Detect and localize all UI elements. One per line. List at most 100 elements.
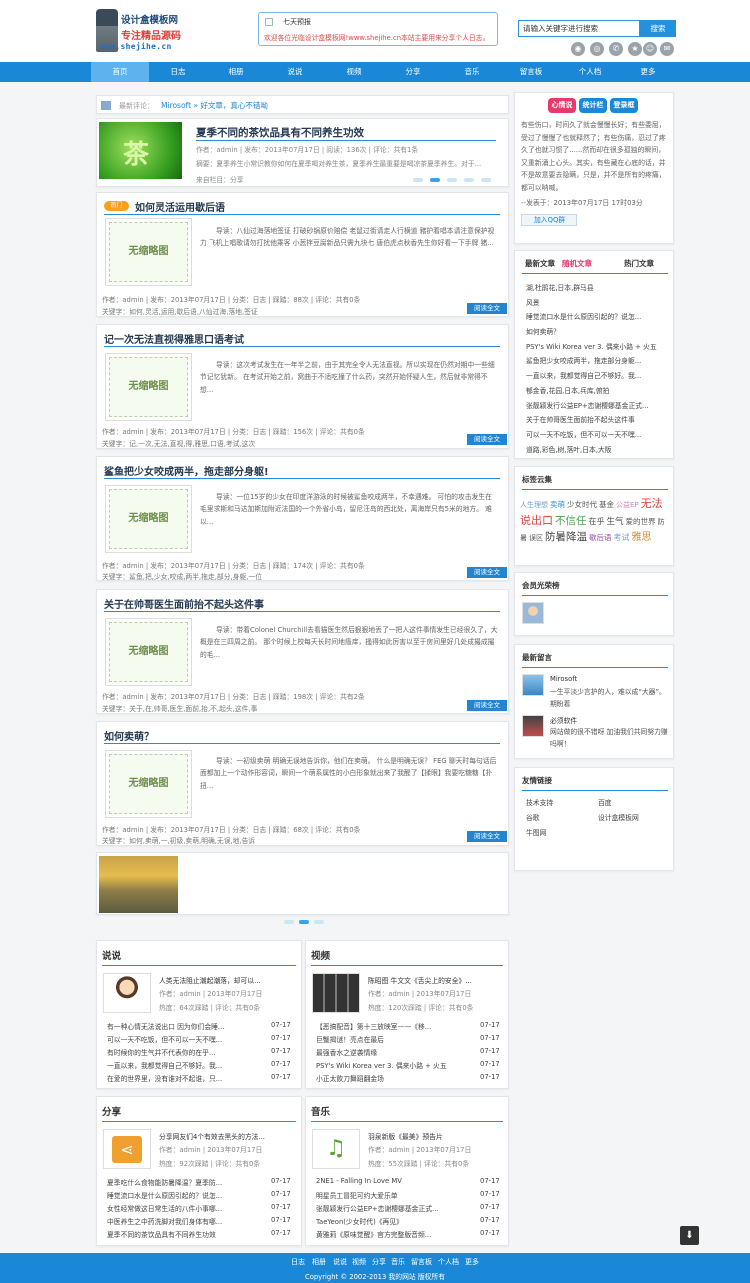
list-item[interactable]: 睡觉流口水是什么原因引起的？说怎... bbox=[107, 1190, 257, 1200]
read-more-button[interactable]: 阅读全文 bbox=[467, 567, 507, 578]
weibo-icon[interactable]: ◎ bbox=[590, 42, 604, 56]
sidebar-article[interactable]: 可以一天不吃饭，但不可以一天不嘿... bbox=[526, 429, 669, 439]
tag-link[interactable]: 在乎 bbox=[589, 517, 605, 526]
list-item[interactable]: 在爱的世界里，没有谁对不起谁，只... bbox=[107, 1073, 247, 1083]
footer-link[interactable]: 个人档 bbox=[438, 1257, 459, 1267]
section-top-title[interactable]: 羽泉新版《最美》预告片 bbox=[368, 1131, 503, 1141]
slide-dot[interactable] bbox=[314, 920, 324, 924]
slide-dot[interactable] bbox=[481, 178, 491, 182]
read-more-button[interactable]: 阅读全文 bbox=[467, 831, 507, 842]
tag-link[interactable]: 基金 bbox=[599, 500, 614, 509]
qzone-icon[interactable]: ★ bbox=[628, 42, 642, 56]
list-item[interactable]: 有时候你的生气并不代表你的在乎... bbox=[107, 1047, 247, 1057]
footer-link[interactable]: 更多 bbox=[465, 1257, 479, 1267]
sidebar-article[interactable]: 道路,彩色,树,落叶,日本,大阪 bbox=[526, 444, 669, 454]
list-item[interactable]: 女性经常做这日常生活的八件小事哪... bbox=[107, 1203, 257, 1213]
list-item[interactable]: 明星员工冒犯可约大爱乐单 bbox=[316, 1190, 466, 1200]
friend-link[interactable]: 百度 bbox=[598, 797, 612, 807]
guestbook-name[interactable]: 必须软件 bbox=[550, 715, 577, 725]
nav-item-log[interactable]: 日志 bbox=[149, 62, 207, 82]
footer-link[interactable]: 分享 bbox=[372, 1257, 386, 1267]
read-more-button[interactable]: 阅读全文 bbox=[467, 303, 507, 314]
tag-link[interactable]: 人生理想 bbox=[520, 501, 548, 509]
list-item[interactable]: 夏季不同的茶饮品具有不同养生功效 bbox=[107, 1229, 257, 1239]
list-item[interactable]: 可以一天不吃饭，但不可以一天不嘿... bbox=[107, 1034, 247, 1044]
tag-link[interactable]: 防暑降温 bbox=[545, 531, 587, 543]
tab-random[interactable]: 随机文章 bbox=[562, 258, 592, 269]
list-item[interactable]: 黄雅莉《原味觉醒》官方完整版音频... bbox=[316, 1229, 466, 1239]
nav-item-home[interactable]: 首页 bbox=[91, 62, 149, 82]
sidebar-article[interactable]: 湖,杜鹃花,日本,群马县 bbox=[526, 282, 669, 292]
tab-login[interactable]: 登录框 bbox=[610, 98, 638, 113]
sidebar-article[interactable]: 鲨鱼把少女咬成两半，拖走部分身躯... bbox=[526, 355, 669, 365]
friend-link[interactable]: 设计盒模板网 bbox=[598, 812, 639, 822]
friend-link[interactable]: 牛图网 bbox=[526, 827, 546, 837]
notice-message[interactable]: 欢迎各位光临设计盒模板网!www.shejihe.cn本站主要用来分享个人日志。 bbox=[264, 32, 489, 42]
tag-link[interactable]: 生气 bbox=[607, 517, 624, 527]
tag-link[interactable]: 卖萌 bbox=[550, 500, 565, 509]
nav-item-more[interactable]: 更多 bbox=[619, 62, 677, 82]
post-thumbnail[interactable]: 无缩略图 bbox=[105, 218, 192, 286]
list-item[interactable]: TaeYeon(少女时代)《再见》 bbox=[316, 1216, 466, 1226]
footer-link[interactable]: 留言板 bbox=[411, 1257, 432, 1267]
logo-title[interactable]: 设计盒模板网 bbox=[121, 12, 178, 26]
slide-dot[interactable] bbox=[413, 178, 423, 182]
tag-link[interactable]: 公益EP bbox=[616, 501, 639, 509]
featured-title[interactable]: 夏季不同的茶饮品具有不同养生功效 bbox=[196, 125, 364, 140]
section-thumb[interactable] bbox=[103, 973, 151, 1013]
friend-link[interactable]: 谷歌 bbox=[526, 812, 540, 822]
post-title[interactable]: 记一次无法直视得雅思口语考试 bbox=[104, 331, 244, 346]
read-more-button[interactable]: 阅读全文 bbox=[467, 700, 507, 711]
post-title[interactable]: 鲨鱼把少女咬成两半，拖走部分身躯! bbox=[104, 463, 269, 478]
footer-link[interactable]: 相册 bbox=[312, 1257, 326, 1267]
avatar[interactable] bbox=[522, 715, 544, 737]
sidebar-article[interactable]: 郁金香,花园,日本,兵库,俯拍 bbox=[526, 385, 669, 395]
sidebar-article[interactable]: 关于在帅哥医生面前抬不起头这件事 bbox=[526, 414, 669, 424]
tab-hot[interactable]: 热门文章 bbox=[624, 258, 654, 269]
list-item[interactable]: 张靓颖发行公益EP+恋谢樱娜基金正式... bbox=[316, 1203, 466, 1213]
list-item[interactable]: PSY's Wiki Korea ver 3. 偶来小路 + 火五 bbox=[316, 1060, 474, 1070]
section-title[interactable]: 视频 bbox=[311, 948, 330, 962]
section-title[interactable]: 分享 bbox=[102, 1104, 121, 1118]
nav-item-video[interactable]: 视频 bbox=[325, 62, 383, 82]
list-item[interactable]: 中医养生之中药洗脚对我们身体有哪... bbox=[107, 1216, 257, 1226]
list-item[interactable]: 夏季吃什么食物能防暑降温？夏季防... bbox=[107, 1177, 257, 1187]
footer-link[interactable]: 视频 bbox=[352, 1257, 366, 1267]
qq-icon[interactable]: ☺ bbox=[643, 42, 657, 56]
section-title[interactable]: 说说 bbox=[102, 948, 121, 962]
nav-item-album[interactable]: 相册 bbox=[207, 62, 265, 82]
back-to-top-button[interactable]: ⬇ bbox=[680, 1226, 699, 1245]
slide-dot[interactable] bbox=[447, 178, 457, 182]
tag-link[interactable]: 少女时代 bbox=[567, 500, 597, 509]
latest-comment-link[interactable]: Mirosoft » 好文章，真心不错呦 bbox=[161, 100, 268, 111]
list-item[interactable]: 最强香水之逆袭情缘 bbox=[316, 1047, 466, 1057]
checkbox-icon[interactable] bbox=[265, 18, 273, 26]
post-thumbnail[interactable]: 无缩略图 bbox=[105, 485, 192, 553]
tag-link[interactable]: 雅思 bbox=[632, 532, 652, 543]
tag-link[interactable]: 歇后语 bbox=[589, 533, 612, 542]
avatar[interactable] bbox=[522, 674, 544, 696]
tab-stats[interactable]: 统计栏 bbox=[579, 98, 607, 113]
sidebar-article[interactable]: PSY's Wiki Korea ver 3. 偶来小路 + 火五 bbox=[526, 341, 669, 351]
post-title[interactable]: 如何灵活运用歇后语 bbox=[135, 199, 225, 214]
sidebar-article[interactable]: 睡觉流口水是什么原因引起的？说怎... bbox=[526, 311, 669, 321]
sidebar-article[interactable]: 如何卖萌？ bbox=[526, 326, 669, 336]
post-thumbnail[interactable]: 无缩略图 bbox=[105, 750, 192, 818]
qq-group-button[interactable]: 加入QQ群 bbox=[521, 214, 577, 226]
tag-link[interactable]: 不信任 bbox=[555, 515, 587, 527]
list-item[interactable]: 【恶搞配音】第十三放映室——《移... bbox=[316, 1021, 466, 1031]
tag-link[interactable]: 考试 bbox=[614, 533, 630, 542]
tab-latest[interactable]: 最新文章 bbox=[525, 258, 555, 269]
sidebar-article[interactable]: 张靓颖发行公益EP+恋谢樱娜基金正式... bbox=[526, 400, 669, 410]
guestbook-name[interactable]: Mirosoft bbox=[550, 675, 577, 683]
rss-icon[interactable]: ◉ bbox=[571, 42, 585, 56]
list-item[interactable]: 巨蟹揭谜！亮点在最后 bbox=[316, 1034, 466, 1044]
slide-dot-active[interactable] bbox=[430, 178, 440, 182]
post-title[interactable]: 如何卖萌？ bbox=[104, 728, 154, 743]
list-item[interactable]: 有一种心情无法说出口 因为你们会睡... bbox=[107, 1021, 247, 1031]
section-title[interactable]: 音乐 bbox=[311, 1104, 330, 1118]
tag-link[interactable]: 爱的世界 bbox=[626, 517, 656, 526]
featured-image[interactable]: 茶 bbox=[99, 122, 182, 179]
mail-icon[interactable]: ✉ bbox=[660, 42, 674, 56]
tag-link[interactable]: 误区 bbox=[529, 534, 543, 542]
